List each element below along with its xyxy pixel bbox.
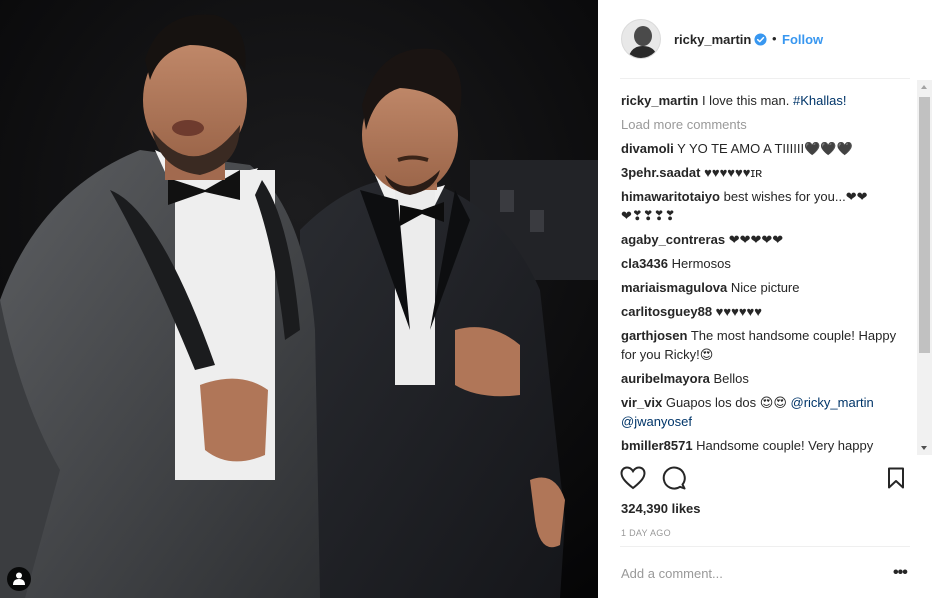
comment-username[interactable]: 3pehr.saadat: [621, 165, 701, 180]
add-comment-input[interactable]: Add a comment...: [621, 566, 881, 581]
comment-text: ❤❤❤❤❤: [728, 232, 784, 247]
comment-username[interactable]: agaby_contreras: [621, 232, 725, 247]
avatar[interactable]: [621, 19, 661, 59]
comment-item: auribelmayora Bellos: [621, 369, 911, 388]
comment-item: himawaritotaiyo best wishes for you...❤❤…: [621, 187, 911, 225]
photo-illustration: [0, 0, 598, 598]
comment-username[interactable]: carlitosguey88: [621, 304, 712, 319]
comment-text: Hermosos: [671, 256, 731, 271]
comment-username[interactable]: garthjosen: [621, 328, 687, 343]
bookmark-icon[interactable]: [887, 467, 905, 489]
comment-text: Y YO TE AMO A TIIIIII🖤🖤🖤: [677, 141, 853, 156]
action-bar: [598, 464, 932, 498]
comment-username[interactable]: cla3436: [621, 256, 668, 271]
comment-item: carlitosguey88 ♥♥♥♥♥♥: [621, 302, 911, 321]
separator-dot: •: [772, 31, 777, 46]
comment-item: bmiller8571 Handsome couple! Very happy: [621, 436, 911, 455]
mention-link[interactable]: @ricky_martin: [791, 395, 874, 410]
scroll-down-arrow-icon[interactable]: [921, 446, 927, 450]
comment-item: mariaismagulova Nice picture: [621, 278, 911, 297]
comments-scrollbar[interactable]: [917, 80, 932, 455]
comment-text: Bellos: [713, 371, 749, 386]
post-photo[interactable]: [0, 0, 598, 598]
comment-text: Handsome couple! Very happy: [696, 438, 874, 453]
comment-item: agaby_contreras ❤❤❤❤❤: [621, 230, 911, 249]
comment-username[interactable]: himawaritotaiyo: [621, 189, 720, 204]
comment-item: divamoli Y YO TE AMO A TIIIIII🖤🖤🖤: [621, 139, 911, 158]
more-options-button[interactable]: •••: [893, 565, 908, 581]
caption: ricky_martin I love this man. #Khallas!: [621, 91, 911, 110]
load-more-comments-button[interactable]: Load more comments: [621, 115, 911, 134]
post-timestamp[interactable]: 1 DAY AGO: [621, 528, 671, 538]
comment-username[interactable]: auribelmayora: [621, 371, 710, 386]
scroll-up-arrow-icon[interactable]: [921, 85, 927, 89]
caption-username[interactable]: ricky_martin: [621, 93, 698, 108]
comment-text: ♥♥♥♥♥♥ɪʀ: [704, 165, 763, 180]
comment-icon[interactable]: [662, 466, 686, 490]
comment-item: 3pehr.saadat ♥♥♥♥♥♥ɪʀ: [621, 163, 911, 182]
tagged-people-button[interactable]: [7, 567, 31, 591]
comment-box-divider: [620, 546, 910, 547]
heart-icon[interactable]: [620, 466, 646, 490]
person-icon: [13, 572, 25, 585]
follow-button[interactable]: Follow: [782, 32, 823, 47]
comment-username[interactable]: bmiller8571: [621, 438, 693, 453]
verified-badge-icon: [754, 33, 767, 46]
comment-item: vir_vix Guapos los dos 😍😍 @ricky_martin …: [621, 393, 911, 431]
post-header: ricky_martin • Follow: [598, 0, 932, 80]
comment-text: Guapos los dos 😍😍: [665, 395, 791, 410]
mention-link[interactable]: @jwanyosef: [621, 414, 692, 429]
comment-text: ♥♥♥♥♥♥: [715, 304, 762, 319]
comment-item: cla3436 Hermosos: [621, 254, 911, 273]
comment-username[interactable]: mariaismagulova: [621, 280, 727, 295]
caption-hashtag[interactable]: #Khallas!: [793, 93, 846, 108]
comment-item: garthjosen The most handsome couple! Hap…: [621, 326, 911, 364]
header-divider: [620, 78, 910, 79]
likes-count[interactable]: 324,390 likes: [621, 501, 701, 516]
caption-text: I love this man.: [701, 93, 793, 108]
post-author-username[interactable]: ricky_martin: [674, 32, 751, 47]
comments-list: ricky_martin I love this man. #Khallas! …: [621, 80, 911, 455]
comment-text: Nice picture: [730, 280, 800, 295]
comment-username[interactable]: vir_vix: [621, 395, 662, 410]
scrollbar-thumb[interactable]: [919, 97, 930, 353]
comment-username[interactable]: divamoli: [621, 141, 674, 156]
avatar-image: [622, 20, 660, 58]
